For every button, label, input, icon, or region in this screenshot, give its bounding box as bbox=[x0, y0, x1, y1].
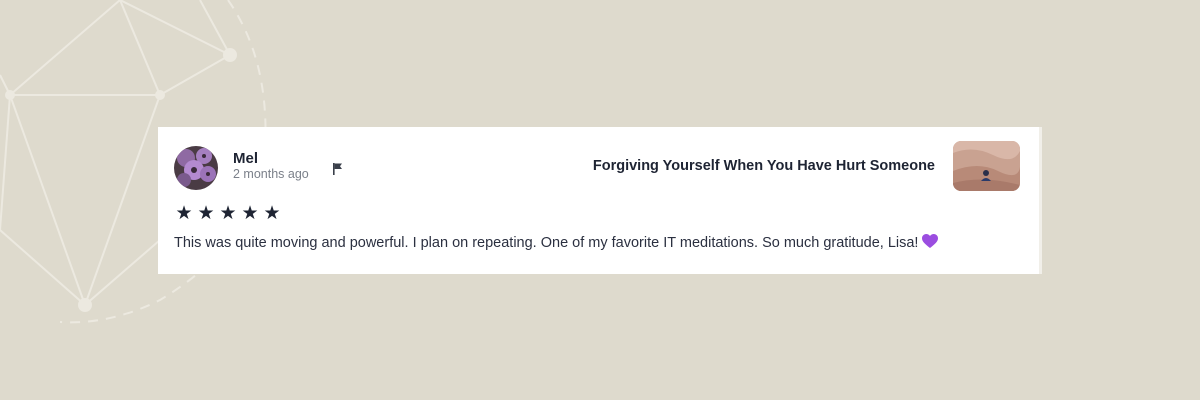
user-name[interactable]: Mel bbox=[233, 150, 258, 167]
user-avatar[interactable] bbox=[174, 146, 218, 190]
review-text: This was quite moving and powerful. I pl… bbox=[174, 235, 919, 251]
star-icon: ★ bbox=[175, 203, 193, 224]
report-flag-button[interactable] bbox=[327, 158, 349, 180]
purple-heart-icon bbox=[922, 234, 939, 248]
star-rating: ★ ★ ★ ★ ★ bbox=[174, 204, 282, 224]
star-icon: ★ bbox=[197, 203, 215, 224]
review-card: Mel 2 months ago Forgiving Yourself When… bbox=[158, 127, 1042, 274]
course-thumbnail[interactable] bbox=[953, 141, 1020, 191]
course-title-link[interactable]: Forgiving Yourself When You Have Hurt So… bbox=[593, 158, 935, 174]
star-icon: ★ bbox=[263, 203, 281, 224]
star-icon: ★ bbox=[219, 203, 237, 224]
review-body: This was quite moving and powerful. I pl… bbox=[174, 234, 939, 251]
review-timestamp: 2 months ago bbox=[233, 167, 309, 181]
flag-icon bbox=[333, 163, 342, 175]
star-icon: ★ bbox=[241, 203, 259, 224]
